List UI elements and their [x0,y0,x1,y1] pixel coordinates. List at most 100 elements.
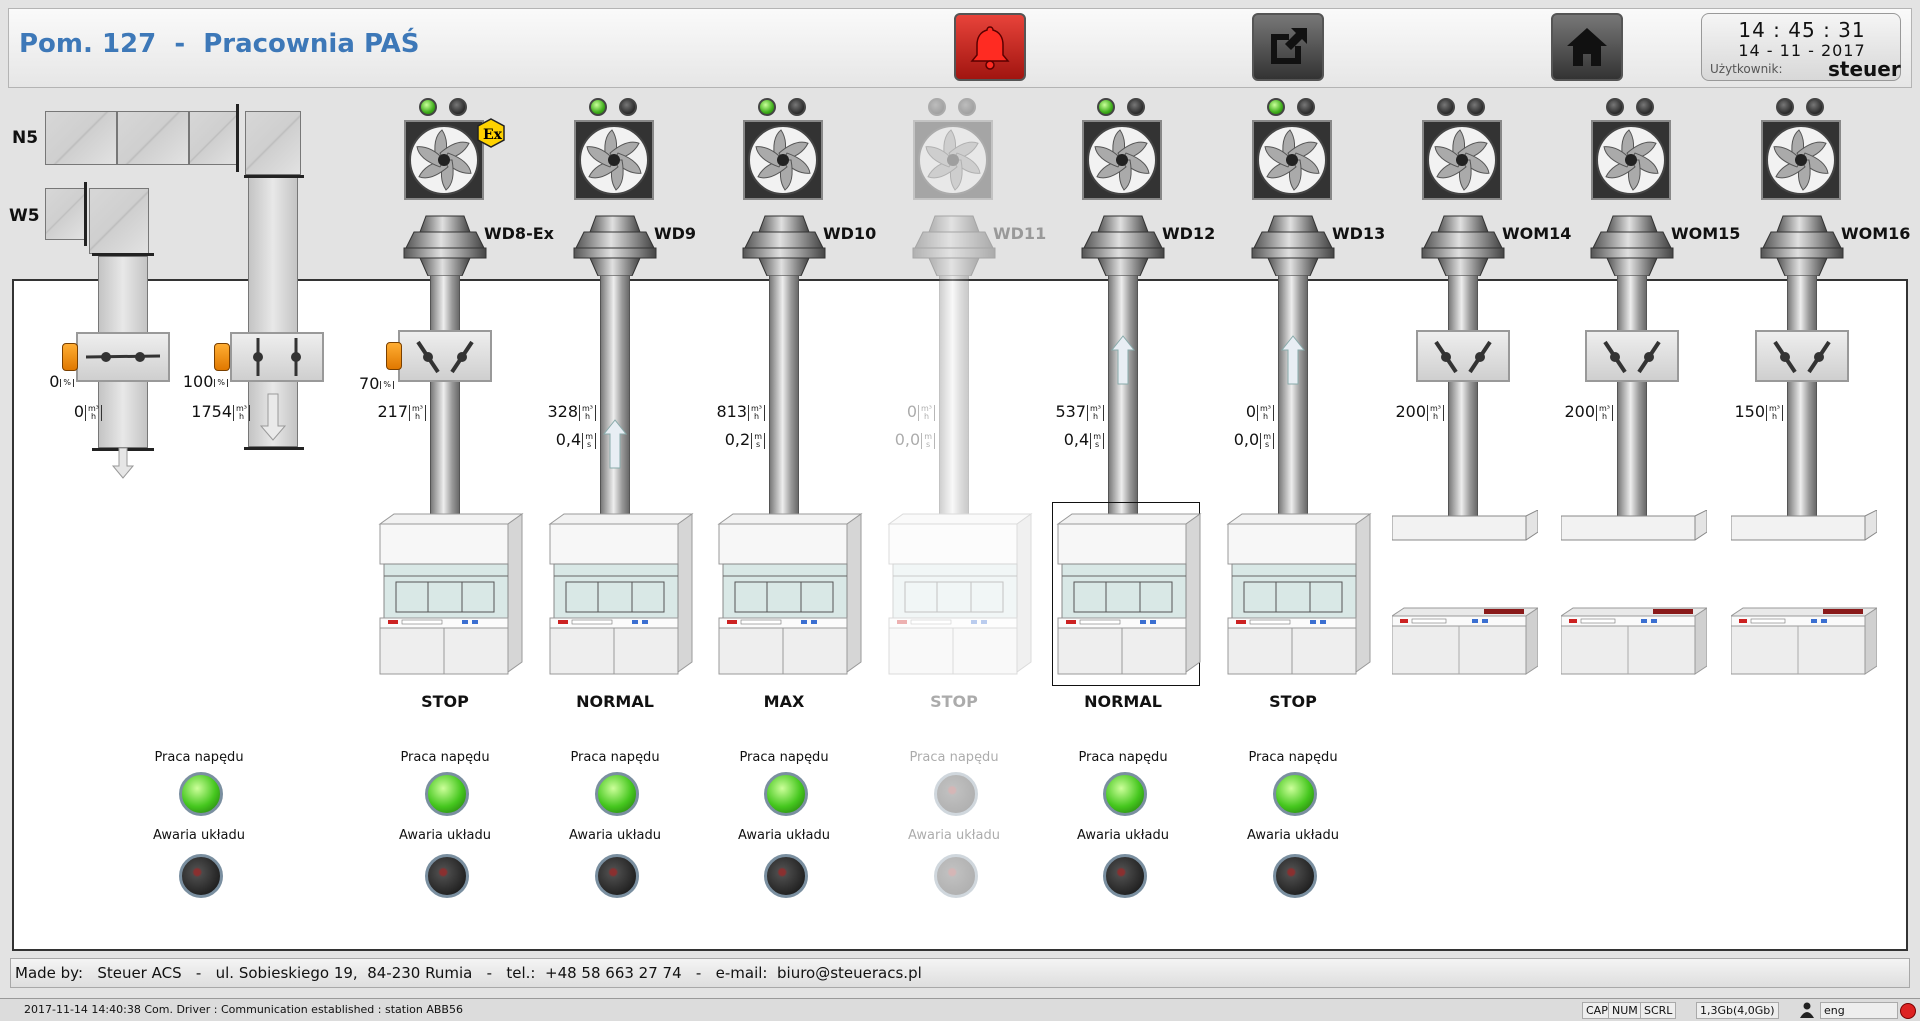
fan-icon [918,125,988,195]
roof-exhaust-icon [912,215,996,277]
fan-box[interactable] [574,120,654,200]
footer-credits: Made by: Steuer ACS - ul. Sobieskiego 19… [10,958,1910,988]
fan-box[interactable] [743,120,823,200]
num-indicator: NUM [1608,1002,1642,1019]
fault-indicator [934,854,978,898]
w5-duct-elbow [89,188,149,254]
fan-fault-led [1127,98,1145,116]
airflow-value: 217 m³ h [342,402,426,421]
run-indicator [1273,772,1317,816]
fume-hood[interactable] [717,512,863,682]
fan-box[interactable] [1591,120,1671,200]
airflow-up-arrow-icon [1110,335,1136,385]
run-label: Praca napędu [154,750,244,765]
unit-damper[interactable] [398,330,492,382]
fume-hood[interactable] [1226,512,1372,682]
w5-label: W5 [9,206,40,226]
unit-name: WD9 [654,224,697,243]
fan-box[interactable] [1761,120,1841,200]
user-name: steuer [1828,57,1901,81]
fan-icon [1257,125,1327,195]
duct-flange [244,175,304,178]
mode-label: NORMAL [1084,692,1162,711]
fan-icon [1596,125,1666,195]
fault-indicator [179,854,223,898]
header-bar: Pom. 127 - Pracownia PAŚ 14 : 45 : 31 14… [8,8,1912,88]
roof-exhaust-icon [742,215,826,277]
fume-hood[interactable] [378,512,524,682]
home-button[interactable] [1551,13,1623,81]
w5-damper[interactable] [76,332,170,382]
external-link-icon [1271,28,1307,64]
damper-blades-icon [1773,340,1831,374]
capture-hood[interactable] [1391,509,1539,544]
velocity-value: 0,4 m s [1020,430,1104,449]
exhaust-pipe [1108,276,1138,516]
velocity-value: 0,0 m s [1190,430,1274,449]
roof-exhaust-icon [1251,215,1335,277]
fault-indicator [1273,854,1317,898]
fan-box[interactable] [1252,120,1332,200]
airflow-value: 0 m³ h [851,402,935,421]
unit-damper[interactable] [1585,330,1679,382]
export-button[interactable] [1252,13,1324,81]
capture-hood-icon [1560,509,1708,541]
run-label: Praca napędu [1078,750,1168,765]
fault-label: Awaria układu [399,828,491,843]
fault-label: Awaria układu [153,828,245,843]
fault-label: Awaria układu [908,828,1000,843]
unit-name: WOM16 [1841,224,1911,243]
run-label: Praca napędu [909,750,999,765]
run-label: Praca napędu [739,750,829,765]
fume-hood[interactable] [887,512,1033,682]
n5-duct-segment [189,111,239,165]
fan-box[interactable] [404,120,484,200]
unit-wd8-ex: Ex WD8-Ex 70% 217 m³ h STOP Praca napędu… [359,90,554,930]
clock-time: 14 : 45 : 31 [1738,18,1866,42]
mode-label: STOP [1269,692,1317,711]
fan-box[interactable] [913,120,993,200]
capture-hood-icon [1391,509,1539,541]
fume-hood-icon [548,513,694,675]
damper-blades-icon [253,338,301,376]
w5-duct-segment [45,188,85,240]
unit-damper[interactable] [1416,330,1510,382]
actuator-icon [386,342,402,370]
damper-blades-icon [1434,340,1492,374]
fault-label: Awaria układu [569,828,661,843]
run-label: Praca napędu [570,750,660,765]
fan-icon [1766,125,1836,195]
fan-run-led [1097,98,1115,116]
airflow-value: 0 m³ h [1190,402,1274,421]
memory-usage: 1,3Gb(4,0Gb) [1696,1002,1779,1019]
fume-hood[interactable] [548,512,694,682]
unit-damper[interactable] [1755,330,1849,382]
language-indicator[interactable]: eng [1820,1002,1898,1019]
duct-flange [92,253,154,256]
exhaust-pipe [769,276,799,516]
exhaust-pipe [600,276,630,516]
roof-exhaust-icon [1590,215,1674,277]
n5-duct-segment [45,111,117,165]
home-icon [1567,28,1607,66]
fault-indicator [1103,854,1147,898]
fan-icon [1427,125,1497,195]
airflow-value: 328 m³ h [512,402,596,421]
capture-hood[interactable] [1730,509,1878,544]
lab-bench-icon [1390,607,1540,675]
unit-name: WD12 [1162,224,1216,243]
fan-box[interactable] [1082,120,1162,200]
fan-fault-led [958,98,976,116]
alarm-button[interactable] [954,13,1026,81]
w5-actuator-icon [62,343,78,371]
capture-hood[interactable] [1560,509,1708,544]
fan-box[interactable] [1422,120,1502,200]
n5-label: N5 [12,128,39,148]
roof-exhaust-icon [403,215,487,277]
bell-icon [970,26,1010,70]
n5-damper[interactable] [230,332,324,382]
n5-flow: 1754 m³ h [170,402,250,421]
fume-hood[interactable] [1056,512,1202,682]
fume-hood-icon [717,513,863,675]
lab-bench-icon [1559,607,1709,675]
